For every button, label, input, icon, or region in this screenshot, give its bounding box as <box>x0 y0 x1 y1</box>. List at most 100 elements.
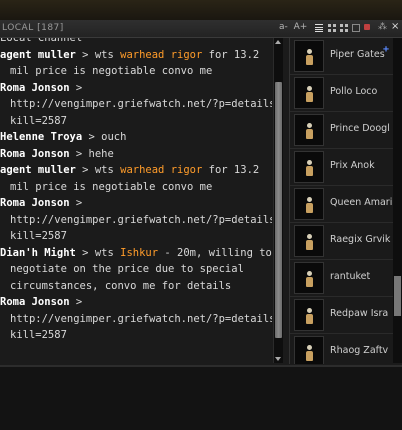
message-text: ouch <box>101 131 127 143</box>
member-list[interactable]: Piper Gates + Pollo Loco Prince Doogl Prix A… <box>289 38 393 364</box>
speaker-name[interactable]: agent muller <box>0 49 76 61</box>
speaker-name[interactable]: Roma Jonson <box>0 82 70 94</box>
font-larger-button[interactable]: A+ <box>294 22 308 32</box>
member-portrait <box>294 40 324 72</box>
member-name: Prince Doogl <box>330 123 390 134</box>
member-row[interactable]: Redpaw Isra <box>290 297 393 334</box>
message-text: wts <box>94 246 121 259</box>
member-name: rantuket <box>330 271 371 282</box>
chat-scrollbar[interactable] <box>273 38 283 363</box>
portrait-body-icon <box>306 240 313 250</box>
member-name: Prix Anok <box>330 160 375 171</box>
scroll-up-icon[interactable] <box>275 40 281 44</box>
message-text: for 13.2 <box>202 164 260 176</box>
portrait-body-icon <box>306 55 313 65</box>
portrait-head-icon <box>307 271 312 276</box>
message-separator: > <box>75 246 95 259</box>
killmail-link[interactable]: http://vengimper.griefwatch.net/?p=detai… <box>0 212 272 229</box>
message-continuation: mil price is negotiable convo me <box>10 180 213 193</box>
window-titlebar[interactable]: LOCAL [187] a- A+ ⁂ × <box>0 20 402 38</box>
portrait-body-icon <box>306 351 313 361</box>
message-text: hehe <box>88 147 114 160</box>
killmail-link[interactable]: http://vengimper.griefwatch.net/?p=detai… <box>0 96 272 113</box>
settings-icon[interactable] <box>352 24 360 32</box>
portrait-head-icon <box>307 86 312 91</box>
font-smaller-button[interactable]: a- <box>279 22 288 32</box>
killmail-link[interactable]: kill=2587 <box>0 327 272 344</box>
speaker-name[interactable]: Roma Jonson <box>0 296 70 308</box>
portrait-body-icon <box>306 166 313 176</box>
chat-message: Roma Jonson > <box>0 294 272 311</box>
member-name: Raegix Grvik <box>330 234 391 245</box>
chat-log[interactable]: Local Channel agent muller > wts warhead … <box>0 38 272 364</box>
member-scrollbar[interactable] <box>393 38 402 363</box>
speaker-name[interactable]: Roma Jonson <box>0 197 70 209</box>
message-separator: > <box>69 81 83 94</box>
close-icon[interactable]: × <box>391 21 399 32</box>
member-row[interactable]: Pollo Loco <box>290 75 393 112</box>
speaker-name[interactable]: agent muller <box>0 164 76 176</box>
member-portrait <box>294 336 324 364</box>
member-name: Piper Gates <box>330 49 385 60</box>
member-scroll-thumb[interactable] <box>394 276 401 316</box>
member-row[interactable]: Rhaog Zaftv <box>290 334 393 364</box>
channel-filter-icon[interactable] <box>364 24 370 30</box>
portrait-body-icon <box>306 314 313 324</box>
portrait-head-icon <box>307 197 312 202</box>
message-text: for 13.2 <box>202 48 260 61</box>
message-continuation: circumstances, convo me for details <box>10 279 232 292</box>
member-portrait <box>294 188 324 220</box>
message-continuation: negotiate on the price due to special <box>10 263 244 275</box>
member-portrait <box>294 114 324 146</box>
message-separator: > <box>69 197 83 209</box>
scroll-down-icon[interactable] <box>275 357 281 361</box>
speaker-name[interactable]: Roma Jonson <box>0 148 70 160</box>
member-portrait <box>294 262 324 294</box>
member-row[interactable]: Queen Amari <box>290 186 393 223</box>
channel-header: Local Channel <box>0 38 83 44</box>
portrait-head-icon <box>307 160 312 165</box>
speaker-name[interactable]: Helenne Troya <box>0 131 82 143</box>
killmail-link[interactable]: kill=2587 <box>0 228 272 245</box>
chat-message: agent muller > wts warhead rigor for 13.… <box>0 162 272 179</box>
member-row[interactable]: Prince Doogl <box>290 112 393 149</box>
chat-input-area[interactable] <box>0 365 402 430</box>
message-text: wts <box>94 48 121 61</box>
message-separator: > <box>69 296 83 308</box>
item-link[interactable]: warhead rigor <box>120 49 202 61</box>
member-portrait <box>294 77 324 109</box>
message-text: - 20m, willing to <box>158 246 272 259</box>
item-link[interactable]: warhead rigor <box>120 164 202 176</box>
chat-message: Roma Jonson > hehe <box>0 146 272 163</box>
member-name: Queen Amari <box>330 197 393 208</box>
message-separator: > <box>75 164 95 176</box>
text-mode-icon[interactable] <box>315 24 323 32</box>
member-row[interactable]: rantuket <box>290 260 393 297</box>
member-row[interactable]: Piper Gates + <box>290 38 393 75</box>
killmail-link[interactable]: http://vengimper.griefwatch.net/?p=detai… <box>0 311 272 328</box>
member-portrait <box>294 299 324 331</box>
portrait-body-icon <box>306 203 313 213</box>
member-row[interactable]: Prix Anok <box>290 149 393 186</box>
killmail-link[interactable]: kill=2587 <box>0 113 272 130</box>
speaker-name[interactable]: Dian'h Might <box>0 247 76 259</box>
portrait-head-icon <box>307 49 312 54</box>
portrait-body-icon <box>306 277 313 287</box>
member-name: Pollo Loco <box>330 86 378 97</box>
chat-message: Helenne Troya > ouch <box>0 129 272 146</box>
portrait-body-icon <box>306 129 313 139</box>
list-mode-icon[interactable] <box>340 24 348 32</box>
pin-icon[interactable]: ⁂ <box>378 22 387 32</box>
expand-plus-icon[interactable]: + <box>383 45 391 55</box>
member-row[interactable]: Raegix Grvik <box>290 223 393 260</box>
member-name: Redpaw Isra <box>330 308 389 319</box>
message-text: wts <box>94 164 121 176</box>
chat-message: Roma Jonson > <box>0 195 272 212</box>
message-separator: > <box>75 48 95 61</box>
local-chat-window: LOCAL [187] a- A+ ⁂ × Local Channel agent… <box>0 20 402 365</box>
item-link[interactable]: Ishkur <box>120 247 158 259</box>
chat-scroll-thumb[interactable] <box>275 82 282 338</box>
portrait-mode-icon[interactable] <box>328 24 336 32</box>
portrait-head-icon <box>307 345 312 350</box>
member-portrait <box>294 151 324 183</box>
